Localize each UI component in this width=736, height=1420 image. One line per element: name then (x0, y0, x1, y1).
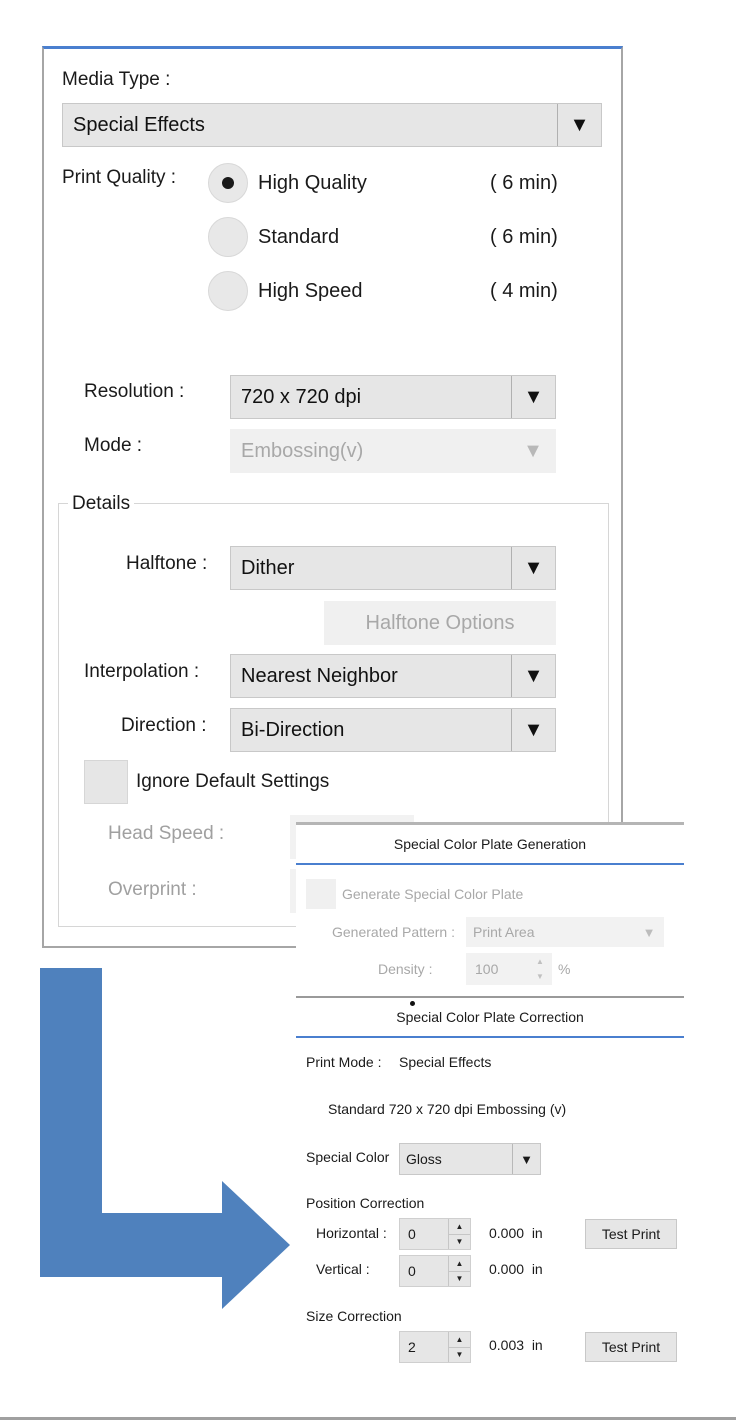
position-correction-label: Position Correction (306, 1195, 425, 1211)
radio-label: High Speed (258, 279, 363, 302)
ignore-default-settings-checkbox[interactable]: Ignore Default Settings (84, 760, 329, 804)
size-correction-label: Size Correction (306, 1308, 402, 1324)
size-value: 2 (408, 1339, 416, 1355)
print-quality-label: Print Quality : (62, 167, 177, 188)
correction-section: Special Color Plate Correction (296, 998, 684, 1038)
radio-high-speed[interactable]: High Speed ( 4 min) (208, 269, 588, 313)
vertical-value: 0 (408, 1263, 416, 1279)
time-estimate: ( 6 min) (490, 171, 558, 194)
mode-select[interactable]: Embossing(v) ▼ (230, 429, 556, 473)
size-inches: 0.003 in (489, 1337, 543, 1353)
ignore-default-settings-label: Ignore Default Settings (136, 771, 330, 792)
radio-label: Standard (258, 225, 340, 248)
halftone-label: Halftone : (126, 553, 208, 574)
chevron-down-icon: ▼ (642, 924, 656, 940)
radio-standard[interactable]: Standard ( 6 min) (208, 215, 588, 259)
media-type-label: Media Type : (62, 69, 171, 90)
size-test-print-button[interactable]: Test Print (585, 1332, 677, 1362)
interpolation-select[interactable]: Nearest Neighbor ▼ (230, 654, 556, 698)
chevron-down-icon: ▼ (511, 547, 555, 589)
overprint-label: Overprint : (108, 879, 197, 900)
horizontal-spinner[interactable]: 0 ▲ ▼ (399, 1218, 471, 1250)
time-estimate: ( 4 min) (490, 279, 558, 302)
spin-down-icon[interactable]: ▼ (449, 1348, 470, 1363)
resolution-label: Resolution : (84, 381, 185, 402)
direction-value: Bi-Direction (241, 718, 345, 741)
arrow-shape (40, 968, 290, 1309)
horizontal-label: Horizontal : (316, 1225, 387, 1241)
horizontal-value: 0 (408, 1226, 416, 1242)
halftone-value: Dither (241, 556, 295, 579)
chevron-down-icon: ▼ (512, 1144, 540, 1174)
density-spinner[interactable]: 100 ▲ ▼ (466, 953, 552, 985)
print-mode-detail: Standard 720 x 720 dpi Embossing (v) (328, 1101, 567, 1117)
chevron-down-icon: ▼ (511, 709, 555, 751)
spin-down-icon[interactable]: ▼ (449, 1272, 470, 1287)
generate-special-color-label: Generate Special Color Plate (342, 886, 524, 902)
print-settings-panel: Media Type : Special Effects ▼ Print Qua… (42, 46, 623, 948)
chevron-down-icon: ▼ (557, 104, 601, 146)
radio-unselected-icon (208, 271, 248, 311)
media-type-value: Special Effects (73, 113, 205, 136)
vertical-inches: 0.000 in (489, 1261, 543, 1277)
spin-down-icon[interactable]: ▼ (449, 1235, 470, 1250)
chevron-down-icon: ▼ (511, 655, 555, 697)
generated-pattern-value: Print Area (473, 924, 535, 940)
interpolation-label: Interpolation : (84, 661, 200, 682)
generated-pattern-label: Generated Pattern : (332, 924, 455, 940)
special-color-value: Gloss (406, 1151, 442, 1167)
mode-label: Mode : (84, 435, 143, 456)
radio-high-quality[interactable]: High Quality ( 6 min) (208, 161, 588, 205)
density-label: Density : (378, 961, 433, 977)
media-type-select[interactable]: Special Effects ▼ (62, 103, 602, 147)
spin-up-icon[interactable]: ▲ (449, 1256, 470, 1272)
print-mode-value: Special Effects (399, 1054, 492, 1070)
head-speed-label: Head Speed : (108, 823, 225, 844)
radio-label: High Quality (258, 171, 367, 194)
resolution-select[interactable]: 720 x 720 dpi ▼ (230, 375, 556, 419)
checkbox-unchecked-icon (306, 879, 336, 909)
details-legend: Details (68, 493, 135, 515)
resolution-value: 720 x 720 dpi (241, 385, 362, 408)
mode-value: Embossing(v) (241, 439, 364, 462)
special-color-panel: Special Color Plate Generation Generate … (296, 822, 684, 1382)
horizontal-inches: 0.000 in (489, 1225, 543, 1241)
halftone-options-button[interactable]: Halftone Options (324, 601, 556, 645)
spin-up-icon[interactable]: ▲ (449, 1219, 470, 1235)
chevron-down-icon: ▼ (511, 376, 555, 418)
halftone-select[interactable]: Dither ▼ (230, 546, 556, 590)
horizontal-test-print-button[interactable]: Test Print (585, 1219, 677, 1249)
chevron-down-icon: ▼ (523, 439, 543, 462)
spin-down-icon[interactable]: ▼ (529, 969, 551, 984)
checkbox-unchecked-icon (84, 760, 128, 804)
time-estimate: ( 6 min) (490, 225, 558, 248)
direction-label: Direction : (121, 715, 207, 736)
spin-up-icon[interactable]: ▲ (529, 954, 551, 969)
generated-pattern-select[interactable]: Print Area ▼ (466, 917, 664, 947)
special-color-select[interactable]: Gloss ▼ (399, 1143, 541, 1175)
generation-section-header: Special Color Plate Generation (296, 825, 684, 865)
print-mode-label: Print Mode : (306, 1054, 382, 1070)
correction-section-header: Special Color Plate Correction (296, 998, 684, 1038)
interpolation-value: Nearest Neighbor (241, 664, 398, 687)
direction-select[interactable]: Bi-Direction ▼ (230, 708, 556, 752)
size-spinner[interactable]: 2 ▲ ▼ (399, 1331, 471, 1363)
density-unit: % (558, 961, 571, 977)
special-color-label: Special Color (306, 1149, 390, 1165)
density-value: 100 (475, 961, 499, 977)
generate-special-color-checkbox[interactable]: Generate Special Color Plate (306, 879, 523, 909)
radio-selected-icon (208, 163, 248, 203)
vertical-label: Vertical : (316, 1261, 370, 1277)
spin-up-icon[interactable]: ▲ (449, 1332, 470, 1348)
vertical-spinner[interactable]: 0 ▲ ▼ (399, 1255, 471, 1287)
radio-unselected-icon (208, 217, 248, 257)
arrow-right-icon (40, 968, 290, 1309)
